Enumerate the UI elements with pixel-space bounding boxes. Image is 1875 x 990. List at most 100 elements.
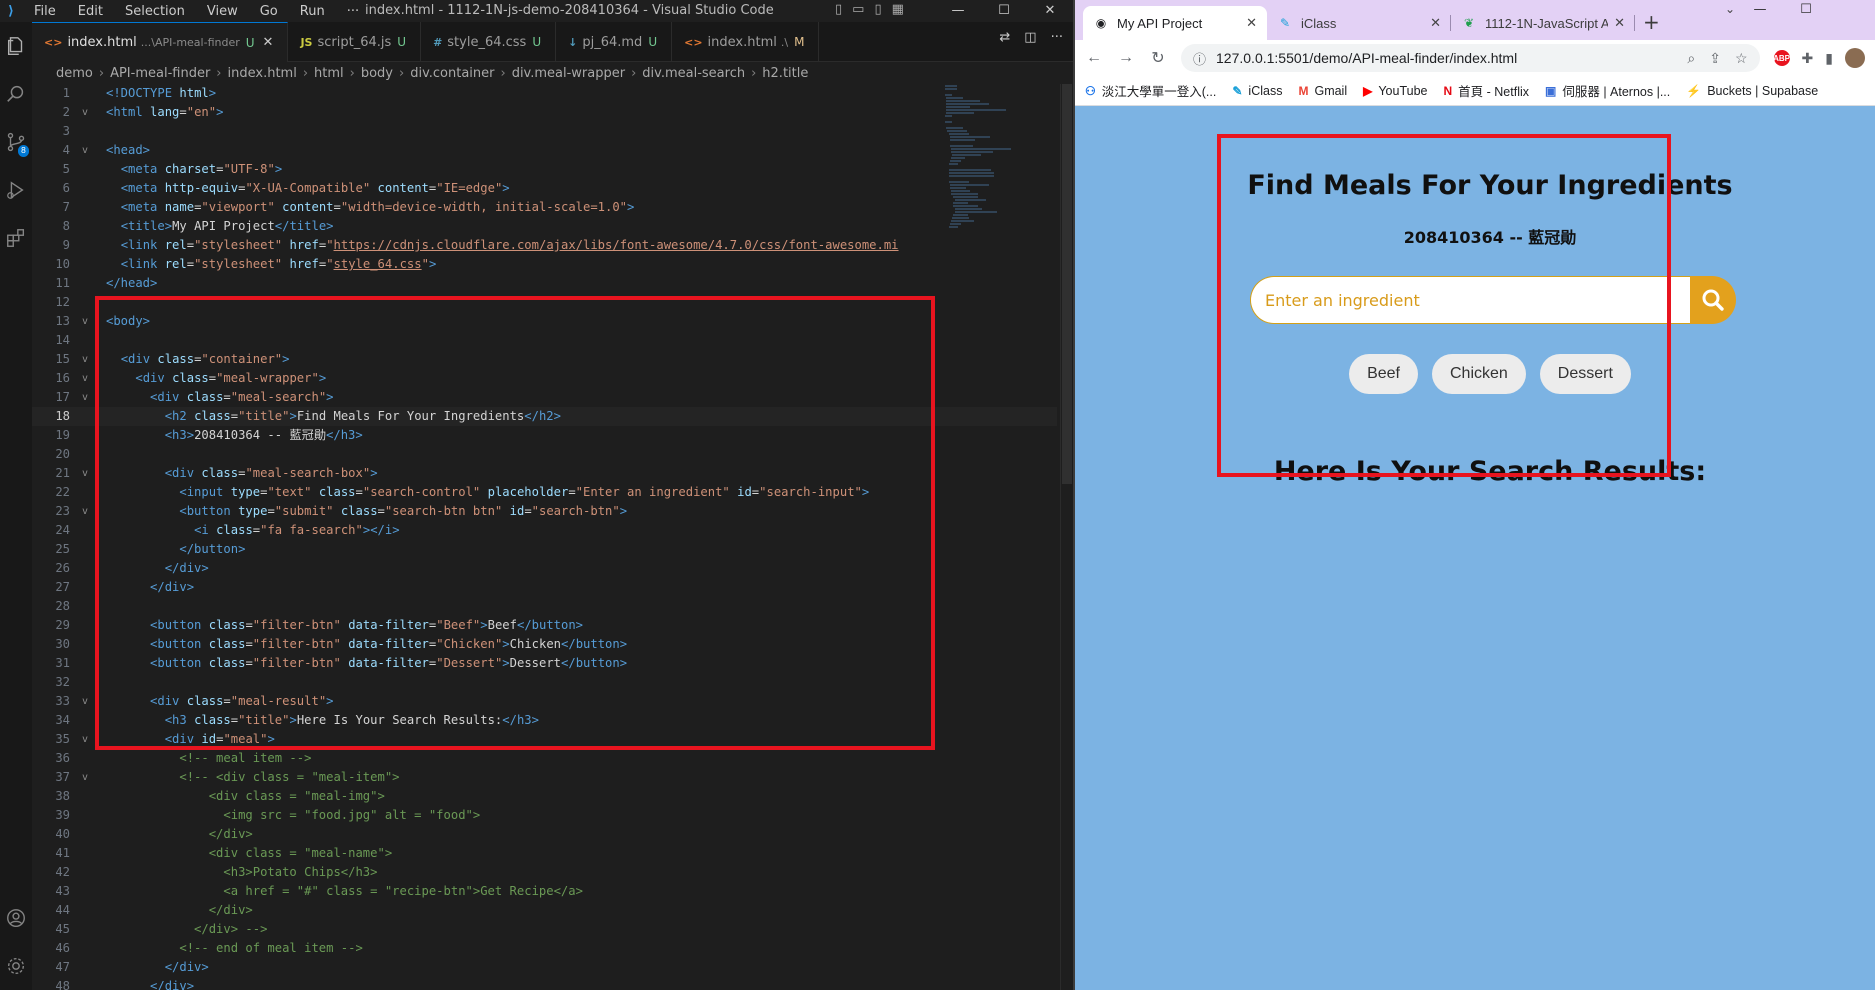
search-icon[interactable] — [0, 70, 32, 118]
browser-tab-javascript[interactable]: ❦ 1112-1N-JavaScript A ✕ — [1451, 6, 1635, 40]
code-line[interactable]: 31 <button class="filter-btn" data-filte… — [32, 654, 1057, 673]
breadcrumb-item[interactable]: index.html — [228, 66, 297, 81]
tab-index-html-root[interactable]: <> index.html .\ M — [672, 22, 820, 62]
code-line[interactable]: 38 <div class = "meal-img"> — [32, 787, 1057, 806]
code-text[interactable] — [96, 331, 106, 350]
minimize-icon[interactable]: — — [935, 0, 981, 22]
code-line[interactable]: 16 v <div class="meal-wrapper"> — [32, 369, 1057, 388]
code-text[interactable] — [96, 673, 106, 692]
menu-edit[interactable]: Edit — [66, 4, 113, 19]
adblock-plus-icon[interactable]: ABP — [1773, 50, 1790, 66]
tab-close-icon[interactable]: ✕ — [263, 35, 274, 50]
code-text[interactable]: <html lang="en"> — [96, 103, 223, 122]
code-line[interactable]: 29 <button class="filter-btn" data-filte… — [32, 616, 1057, 635]
breadcrumb-item[interactable]: html — [314, 66, 344, 81]
breadcrumb-item[interactable]: API-meal-finder — [110, 66, 210, 81]
code-text[interactable]: </head> — [96, 274, 157, 293]
menu-file[interactable]: File — [22, 4, 66, 19]
code-line[interactable]: 17 v <div class="meal-search"> — [32, 388, 1057, 407]
bookmark-item[interactable]: ▣ 伺服器 | Aternos |... — [1545, 81, 1670, 100]
fold-chevron-icon[interactable]: v — [82, 692, 96, 711]
code-text[interactable] — [96, 597, 106, 616]
code-text[interactable]: <div class = "meal-name"> — [96, 844, 392, 863]
minimize-icon[interactable]: — — [1737, 0, 1783, 20]
code-text[interactable]: <!-- meal item --> — [96, 749, 311, 768]
open-changes-icon[interactable]: ⇄ — [999, 30, 1010, 45]
code-text[interactable] — [96, 445, 106, 464]
breadcrumb-item[interactable]: body — [361, 66, 393, 81]
fold-chevron-icon[interactable]: v — [82, 369, 96, 388]
code-line[interactable]: 40 </div> — [32, 825, 1057, 844]
code-text[interactable]: <meta charset="UTF-8"> — [96, 160, 282, 179]
code-line[interactable]: 14 — [32, 331, 1057, 350]
browser-tab-my-api-project[interactable]: ◉ My API Project ✕ — [1083, 6, 1267, 40]
breadcrumb-item[interactable]: demo — [56, 66, 93, 81]
code-line[interactable]: 42 <h3>Potato Chips</h3> — [32, 863, 1057, 882]
code-line[interactable]: 28 — [32, 597, 1057, 616]
code-line[interactable]: 24 <i class="fa fa-search"></i> — [32, 521, 1057, 540]
code-text[interactable]: </div> — [96, 977, 194, 990]
code-line[interactable]: 5 <meta charset="UTF-8"> — [32, 160, 1057, 179]
menu-more[interactable]: ··· — [335, 4, 369, 19]
manage-gear-icon[interactable] — [0, 942, 32, 990]
fold-chevron-icon[interactable]: v — [82, 768, 96, 787]
close-icon[interactable] — [1829, 0, 1875, 20]
zoom-icon[interactable]: ⌕ — [1687, 50, 1695, 67]
code-text[interactable]: </div> — [96, 578, 194, 597]
maximize-icon[interactable]: ☐ — [981, 0, 1027, 22]
code-line[interactable]: 36 <!-- meal item --> — [32, 749, 1057, 768]
code-line[interactable]: 46 <!-- end of meal item --> — [32, 939, 1057, 958]
run-debug-icon[interactable] — [0, 166, 32, 214]
code-text[interactable]: <button class="filter-btn" data-filter="… — [96, 616, 583, 635]
code-line[interactable]: 21 v <div class="meal-search-box"> — [32, 464, 1057, 483]
accounts-icon[interactable] — [0, 894, 32, 942]
code-text[interactable]: </div> — [96, 825, 253, 844]
code-line[interactable]: 30 <button class="filter-btn" data-filte… — [32, 635, 1057, 654]
code-line[interactable]: 34 <h3 class="title">Here Is Your Search… — [32, 711, 1057, 730]
code-text[interactable]: <div class="meal-search-box"> — [96, 464, 378, 483]
code-line[interactable]: 13 v <body> — [32, 312, 1057, 331]
bookmark-item[interactable]: N 首頁 - Netflix — [1443, 81, 1529, 100]
breadcrumb-item[interactable]: div.meal-search — [642, 66, 745, 81]
code-text[interactable]: <div class="meal-search"> — [96, 388, 333, 407]
fold-chevron-icon[interactable]: v — [82, 502, 96, 521]
menu-selection[interactable]: Selection — [113, 4, 195, 19]
toggle-secondary-sidebar-icon[interactable]: ▯ — [874, 2, 881, 17]
code-line[interactable]: 2 v <html lang="en"> — [32, 103, 1057, 122]
code-text[interactable]: </div> — [96, 559, 209, 578]
code-text[interactable] — [96, 293, 106, 312]
code-line[interactable]: 4 v <head> — [32, 141, 1057, 160]
code-line[interactable]: 27 </div> — [32, 578, 1057, 597]
code-text[interactable]: <h3>208410364 -- 藍冠勛</h3> — [96, 426, 363, 445]
code-text[interactable]: <i class="fa fa-search"></i> — [96, 521, 399, 540]
maximize-icon[interactable]: ☐ — [1783, 0, 1829, 20]
code-line[interactable]: 20 — [32, 445, 1057, 464]
explorer-icon[interactable] — [0, 22, 32, 70]
code-text[interactable]: <h2 class="title">Find Meals For Your In… — [96, 407, 561, 426]
code-line[interactable]: 8 <title>My API Project</title> — [32, 217, 1057, 236]
code-line[interactable]: 1 <!DOCTYPE html> — [32, 84, 1057, 103]
filter-button-dessert[interactable]: Dessert — [1539, 354, 1631, 394]
code-line[interactable]: 43 <a href = "#" class = "recipe-btn">Ge… — [32, 882, 1057, 901]
code-line[interactable]: 39 <img src = "food.jpg" alt = "food"> — [32, 806, 1057, 825]
tab-search-chevron-icon[interactable]: ⌄ — [1725, 2, 1735, 16]
code-line[interactable]: 19 <h3>208410364 -- 藍冠勛</h3> — [32, 426, 1057, 445]
code-text[interactable]: <meta http-equiv="X-UA-Compatible" conte… — [96, 179, 510, 198]
more-actions-icon[interactable]: ··· — [1051, 30, 1063, 45]
code-text[interactable]: <h3>Potato Chips</h3> — [96, 863, 377, 882]
code-line[interactable]: 41 <div class = "meal-name"> — [32, 844, 1057, 863]
code-line[interactable]: 48 </div> — [32, 977, 1057, 990]
code-text[interactable]: <input type="text" class="search-control… — [96, 483, 869, 502]
code-line[interactable]: 44 </div> — [32, 901, 1057, 920]
source-control-icon[interactable]: 8 — [0, 118, 32, 166]
editor-scrollbar[interactable] — [1060, 84, 1072, 990]
code-text[interactable]: <div class="meal-wrapper"> — [96, 369, 326, 388]
address-bar[interactable]: ⓘ 127.0.0.1:5501/demo/API-meal-finder/in… — [1181, 44, 1760, 72]
tab-index-html-api[interactable]: <> index.html ...\API-meal-finder U ✕ — [32, 22, 289, 62]
scrollbar-thumb[interactable] — [1062, 84, 1072, 484]
back-icon[interactable]: ← — [1085, 49, 1103, 67]
split-editor-icon[interactable]: ◫ — [1024, 30, 1036, 45]
fold-chevron-icon[interactable]: v — [82, 730, 96, 749]
code-text[interactable]: <div class="container"> — [96, 350, 290, 369]
extensions-icon[interactable] — [0, 214, 32, 262]
